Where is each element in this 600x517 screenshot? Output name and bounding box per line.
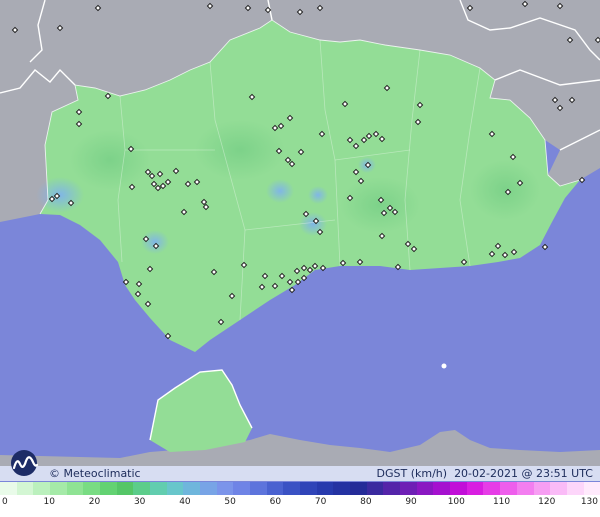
legend-tick-label: 10 — [43, 497, 55, 507]
legend-tick-label: 130 — [580, 497, 598, 507]
legend-tick-label: 90 — [405, 497, 417, 507]
legend-swatch — [516, 482, 534, 495]
legend-swatch — [400, 482, 417, 495]
legend-tick-label: 0 — [2, 497, 8, 507]
map-canvas[interactable] — [0, 0, 600, 517]
legend-swatch — [83, 482, 101, 495]
legend-tick-label: 40 — [179, 497, 191, 507]
legend-swatch — [433, 482, 451, 495]
legend-swatch — [533, 482, 551, 495]
legend-swatch — [333, 482, 351, 495]
legend-swatch — [0, 482, 17, 495]
legend: 0 10 20 30 40 50 60 70 80 90 100 110 120 130 — [0, 482, 600, 517]
legend-tick-label: 60 — [269, 497, 282, 507]
legend-swatch — [233, 482, 251, 495]
legend-swatch — [166, 482, 184, 495]
legend-swatch — [66, 482, 84, 495]
timestamp-text: DGST (km/h) 20-02-2021 @ 23:51 UTC — [377, 466, 593, 481]
legend-swatch — [33, 482, 51, 495]
legend-swatch — [133, 482, 151, 495]
legend-swatch — [50, 482, 67, 495]
legend-swatch — [100, 482, 117, 495]
legend-swatch — [450, 482, 467, 495]
legend-tick-label: 30 — [133, 497, 146, 507]
legend-tick-label: 80 — [360, 497, 372, 507]
legend-swatch — [500, 482, 517, 495]
legend-swatch — [483, 482, 501, 495]
legend-swatch — [350, 482, 367, 495]
legend-swatch — [16, 482, 34, 495]
legend-swatch — [416, 482, 434, 495]
datetime-label: 20-02-2021 @ 23:51 UTC — [454, 467, 593, 480]
legend-swatch — [566, 482, 584, 495]
legend-swatch — [550, 482, 567, 495]
legend-tick-label: 110 — [492, 497, 511, 507]
legend-swatch — [200, 482, 217, 495]
legend-swatch — [466, 482, 484, 495]
info-bar: © Meteoclimatic DGST (km/h) 20-02-2021 @… — [0, 466, 600, 481]
variable-label: DGST (km/h) — [376, 467, 448, 480]
legend-tick-label: 100 — [447, 497, 465, 507]
legend-swatch — [300, 482, 317, 495]
legend-ticks: 0 10 20 30 40 50 60 70 80 90 100 110 120 130 — [0, 497, 600, 511]
legend-swatch — [316, 482, 334, 495]
legend-swatch — [216, 482, 234, 495]
legend-swatch — [366, 482, 384, 495]
legend-swatch — [250, 482, 267, 495]
legend-swatch — [116, 482, 134, 495]
legend-swatch — [150, 482, 167, 495]
legend-tick-label: 20 — [88, 497, 101, 507]
legend-tick-label: 50 — [224, 497, 236, 507]
legend-swatch — [583, 482, 600, 495]
island-marker — [441, 363, 447, 369]
meteoclimatic-logo-icon — [6, 449, 46, 477]
legend-color-scale — [0, 482, 600, 495]
legend-swatch — [383, 482, 401, 495]
legend-swatch — [183, 482, 201, 495]
credit-text: © Meteoclimatic — [49, 467, 141, 480]
legend-swatch — [266, 482, 284, 495]
legend-swatch — [283, 482, 301, 495]
legend-tick-label: 120 — [538, 497, 556, 507]
legend-tick-label: 70 — [314, 497, 327, 507]
